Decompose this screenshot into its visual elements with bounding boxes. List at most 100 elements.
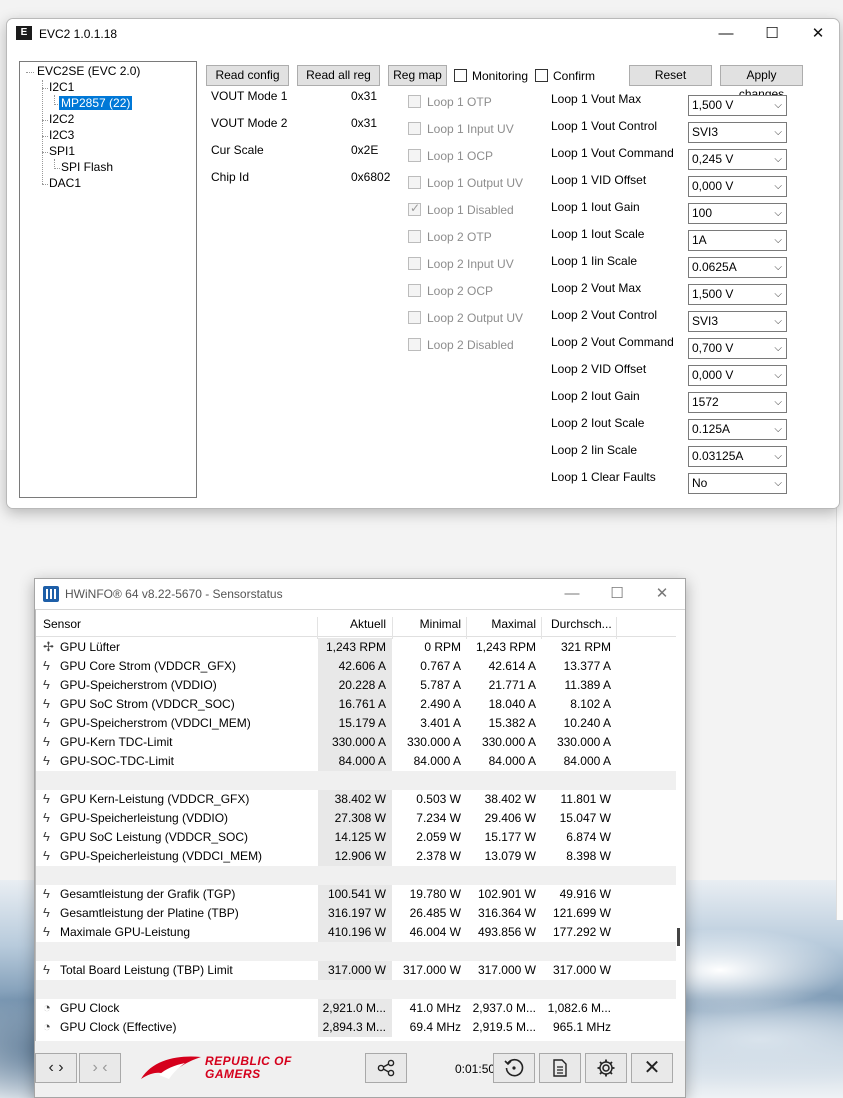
setting-dropdown[interactable]: 0,245 V ⌵ [688,149,787,170]
setting-dropdown[interactable]: 100 ⌵ [688,203,787,224]
table-row[interactable]: ϟ GPU-Speicherstrom (VDDCI_MEM) 15.179 A 3.… [36,714,676,733]
setting-label: Loop 2 Vout Control [551,308,658,322]
hwinfo-footer: ‹ › › ‹ REPUBLIC OF GAMERS 0:01:50 ✕ [35,1041,685,1097]
lightning-icon: ϟ [43,905,50,920]
apply-changes-button[interactable]: Apply changes [720,65,803,101]
hwinfo-titlebar[interactable]: HWiNFO® 64 v8.22-5670 - Sensorstatus — ☐… [35,579,685,609]
current-value: 38.402 W [334,792,386,806]
setting-dropdown[interactable]: SVI3 ⌵ [688,122,787,143]
chevron-down-icon: ⌵ [774,127,782,138]
minimal-value: 317.000 W [402,963,461,977]
register-value: 0x31 [351,89,378,103]
tree-connector [42,80,43,184]
setting-dropdown[interactable]: No ⌵ [688,473,787,494]
tree-node-spiflash[interactable]: SPI Flash [61,160,113,174]
setting-dropdown[interactable]: 0,000 V ⌵ [688,176,787,197]
setting-value: 1,500 V [692,287,734,301]
current-value: 330.000 A [331,735,386,749]
table-row[interactable]: ϟ Maximale GPU-Leistung 410.196 W 46.004 W 4… [36,923,676,942]
device-tree[interactable]: EVC2SE (EVC 2.0) I2C1 MP2857 (22) I2C2 I… [19,61,197,498]
maximize-icon[interactable]: ☐ [594,579,640,609]
tree-node-i2c2[interactable]: I2C2 [49,112,74,126]
table-row[interactable]: ϟ GPU SoC Strom (VDDCR_SOC) 16.761 A 2.490 … [36,695,676,714]
setting-dropdown[interactable]: 0,700 V ⌵ [688,338,787,359]
evc-titlebar[interactable]: E EVC2 1.0.1.18 — ☐ ✕ [7,19,839,49]
minimal-value: 19.780 W [409,887,461,901]
tree-node-root[interactable]: EVC2SE (EVC 2.0) [37,64,140,78]
report-button[interactable] [539,1053,581,1083]
column-separator[interactable] [616,617,617,639]
column-minimal[interactable]: Minimal [392,617,461,631]
sensor-name: GPU Lüfter [60,640,121,654]
nav-collapse-expand-button[interactable]: › ‹ [79,1053,121,1083]
nav-prev-next-button[interactable]: ‹ › [35,1053,77,1083]
minimal-value: 69.4 MHz [409,1020,461,1034]
column-average[interactable]: Durchsch... [551,617,612,631]
tree-node-dac1[interactable]: DAC1 [49,176,81,190]
setting-dropdown[interactable]: 0,000 V ⌵ [688,365,787,386]
status-flag-checkbox [408,149,421,162]
tree-node-spi1[interactable]: SPI1 [49,144,75,158]
table-row[interactable]: ◔ GPU Clock (Effective) 2,894.3 M... 69.4 M… [36,1018,676,1037]
table-row[interactable]: ϟ GPU-Speicherleistung (VDDCI_MEM) 12.906 … [36,847,676,866]
read-config-button[interactable]: Read config [206,65,289,86]
close-icon[interactable]: ✕ [639,579,685,609]
minimal-value: 2.059 W [416,830,461,844]
reset-button[interactable]: Reset [629,65,712,86]
read-all-reg-button[interactable]: Read all reg [297,65,380,86]
maximize-icon[interactable]: ☐ [749,19,795,49]
column-sensor[interactable]: Sensor [43,617,81,631]
minimize-icon[interactable]: — [549,579,595,609]
table-row[interactable]: ϟ Total Board Leistung (TBP) Limit 317.000… [36,961,676,980]
setting-label: Loop 1 Iout Scale [551,227,645,241]
setting-dropdown[interactable]: 1,500 V ⌵ [688,95,787,116]
table-row[interactable]: ϟ GPU-SOC-TDC-Limit 84.000 A 84.000 A 84.000… [36,752,676,771]
share-button[interactable] [365,1053,407,1083]
setting-dropdown[interactable]: 1,500 V ⌵ [688,284,787,305]
setting-dropdown[interactable]: SVI3 ⌵ [688,311,787,332]
setting-dropdown[interactable]: 0.125A ⌵ [688,419,787,440]
table-row[interactable]: ϟ GPU-Kern TDC-Limit 330.000 A 330.000 A 330… [36,733,676,752]
table-row[interactable]: ◔ GPU Clock 2,921.0 M... 41.0 MHz 2,937.0 M.… [36,999,676,1018]
setting-dropdown[interactable]: 1572 ⌵ [688,392,787,413]
table-row[interactable]: ϟ GPU Kern-Leistung (VDDCR_GFX) 38.402 W 0.… [36,790,676,809]
monitoring-label[interactable]: Monitoring [472,69,528,83]
table-row[interactable]: ϟ Gesamtleistung der Grafik (TGP) 100.541 … [36,885,676,904]
settings-button[interactable] [585,1053,627,1083]
reg-map-button[interactable]: Reg map [388,65,447,86]
confirm-checkbox[interactable] [535,69,548,82]
confirm-label[interactable]: Confirm [553,69,595,83]
tree-node-i2c1[interactable]: I2C1 [49,80,74,94]
table-row[interactable]: ✢ GPU Lüfter 1,243 RPM 0 RPM 1,243 RPM 321 RP… [36,638,676,657]
setting-dropdown[interactable]: 1A ⌵ [688,230,787,251]
table-row[interactable]: ϟ GPU-Speicherstrom (VDDIO) 20.228 A 5.787 … [36,676,676,695]
lightning-icon: ϟ [43,658,50,673]
close-sensors-button[interactable]: ✕ [631,1053,673,1083]
setting-value: SVI3 [692,314,719,328]
chevron-down-icon: ⌵ [774,208,782,219]
table-row[interactable]: ϟ GPU-Speicherleistung (VDDIO) 27.308 W 7.2… [36,809,676,828]
hwinfo-window: HWiNFO® 64 v8.22-5670 - Sensorstatus — ☐… [34,578,686,1098]
minimize-icon[interactable]: — [703,19,749,49]
close-icon[interactable]: ✕ [795,19,839,49]
setting-dropdown[interactable]: 0.03125A ⌵ [688,446,787,467]
table-row[interactable]: ϟ GPU SoC Leistung (VDDCR_SOC) 14.125 W 2.0… [36,828,676,847]
setting-dropdown[interactable]: 0.0625A ⌵ [688,257,787,278]
tree-node-device[interactable]: MP2857 (22) [59,96,133,110]
average-value: 121.699 W [552,906,611,920]
table-row[interactable]: ϟ GPU Core Strom (VDDCR_GFX) 42.606 A 0.767… [36,657,676,676]
sensor-table[interactable]: Sensor Aktuell Minimal Maximal Durchsch.… [35,609,685,1041]
status-flag-label: Loop 1 Input UV [427,122,514,136]
maximal-value: 2,937.0 M... [472,1001,536,1015]
average-value: 317.000 W [552,963,611,977]
share-icon [377,1059,395,1077]
reset-timer-button[interactable] [493,1053,535,1083]
average-value: 177.292 W [552,925,611,939]
column-maximal[interactable]: Maximal [466,617,536,631]
tree-node-i2c3[interactable]: I2C3 [49,128,74,142]
table-row[interactable]: ϟ Gesamtleistung der Platine (TBP) 316.197… [36,904,676,923]
column-separator[interactable] [541,617,542,639]
monitoring-checkbox[interactable] [454,69,467,82]
sensor-table-scrollbar[interactable] [677,928,680,946]
column-current[interactable]: Aktuell [318,617,386,631]
